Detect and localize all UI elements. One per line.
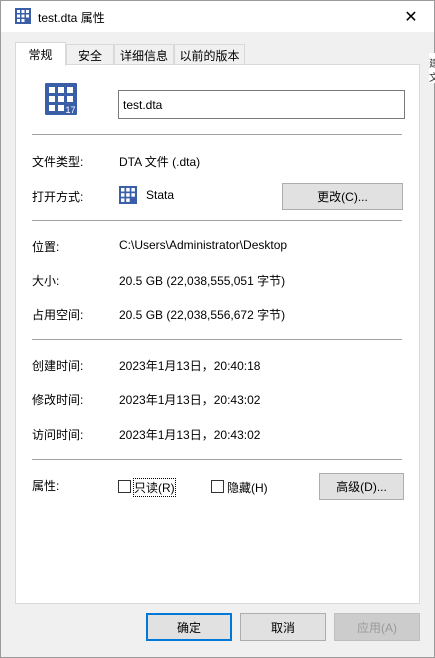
tab-previous-versions[interactable]: 以前的版本 bbox=[174, 44, 245, 65]
separator bbox=[32, 339, 402, 340]
stata-file-icon bbox=[15, 8, 31, 24]
close-icon: ✕ bbox=[404, 7, 418, 26]
advanced-button[interactable]: 高级(D)... bbox=[319, 473, 404, 500]
apply-button[interactable]: 应用(A) bbox=[334, 613, 420, 641]
open-with-value: Stata bbox=[146, 188, 175, 202]
background-window-fragment: 建 文 bbox=[429, 53, 435, 84]
size-on-disk-value: 20.5 GB (22,038,556,672 字节) bbox=[119, 308, 286, 322]
cancel-button-label: 取消 bbox=[270, 620, 295, 635]
stata-file-large-icon: 17 bbox=[45, 83, 77, 115]
stata-app-icon bbox=[119, 186, 137, 204]
created-value: 2023年1月13日，20:40:18 bbox=[119, 359, 261, 373]
size-label: 大小: bbox=[32, 274, 60, 288]
ok-button-label: 确定 bbox=[176, 620, 201, 635]
modified-value: 2023年1月13日，20:43:02 bbox=[119, 393, 261, 407]
separator bbox=[32, 220, 402, 221]
file-type-value: DTA 文件 (.dta) bbox=[119, 155, 201, 169]
tab-security[interactable]: 安全 bbox=[66, 44, 114, 65]
modified-label: 修改时间: bbox=[32, 393, 84, 407]
tab-label: 详细信息 bbox=[119, 48, 168, 63]
attributes-label: 属性: bbox=[32, 479, 60, 493]
location-value: C:\Users\Administrator\Desktop bbox=[119, 238, 288, 252]
hidden-label[interactable]: 隐藏(H) bbox=[227, 479, 268, 496]
title-bar[interactable]: test.dta 属性 ✕ bbox=[1, 1, 434, 32]
created-label: 创建时间: bbox=[32, 359, 84, 373]
separator bbox=[32, 459, 402, 460]
readonly-checkbox[interactable] bbox=[118, 480, 131, 493]
size-on-disk-label: 占用空间: bbox=[32, 308, 84, 322]
hidden-checkbox[interactable] bbox=[211, 480, 224, 493]
change-button[interactable]: 更改(C)... bbox=[282, 183, 403, 210]
properties-dialog: test.dta 属性 ✕ 建 文 常规 安全 详细信息 以前的版本 17 te… bbox=[0, 0, 435, 658]
close-button[interactable]: ✕ bbox=[388, 1, 434, 32]
apply-button-label: 应用(A) bbox=[357, 620, 397, 635]
background-text-2: 文 bbox=[429, 73, 435, 84]
file-name-input[interactable] bbox=[118, 90, 405, 119]
separator bbox=[32, 134, 402, 135]
general-panel bbox=[15, 64, 420, 604]
window-title: test.dta 属性 bbox=[38, 11, 105, 25]
tab-label: 以前的版本 bbox=[179, 48, 240, 63]
tab-general[interactable]: 常规 bbox=[15, 42, 66, 66]
background-text-1: 建 bbox=[429, 59, 435, 70]
accessed-value: 2023年1月13日，20:43:02 bbox=[119, 428, 261, 442]
size-value: 20.5 GB (22,038,555,051 字节) bbox=[119, 274, 286, 288]
accessed-label: 访问时间: bbox=[32, 428, 84, 442]
tab-label: 安全 bbox=[77, 48, 102, 63]
change-button-label: 更改(C)... bbox=[317, 190, 368, 204]
cancel-button[interactable]: 取消 bbox=[240, 613, 326, 641]
open-with-label: 打开方式: bbox=[32, 190, 84, 204]
readonly-label[interactable]: 只读(R) bbox=[133, 478, 176, 497]
advanced-button-label: 高级(D)... bbox=[336, 480, 387, 494]
location-label: 位置: bbox=[32, 240, 60, 254]
ok-button[interactable]: 确定 bbox=[146, 613, 232, 641]
tab-label: 常规 bbox=[28, 48, 53, 62]
tab-details[interactable]: 详细信息 bbox=[114, 44, 174, 65]
icon-badge: 17 bbox=[66, 105, 76, 115]
file-type-label: 文件类型: bbox=[32, 155, 84, 169]
